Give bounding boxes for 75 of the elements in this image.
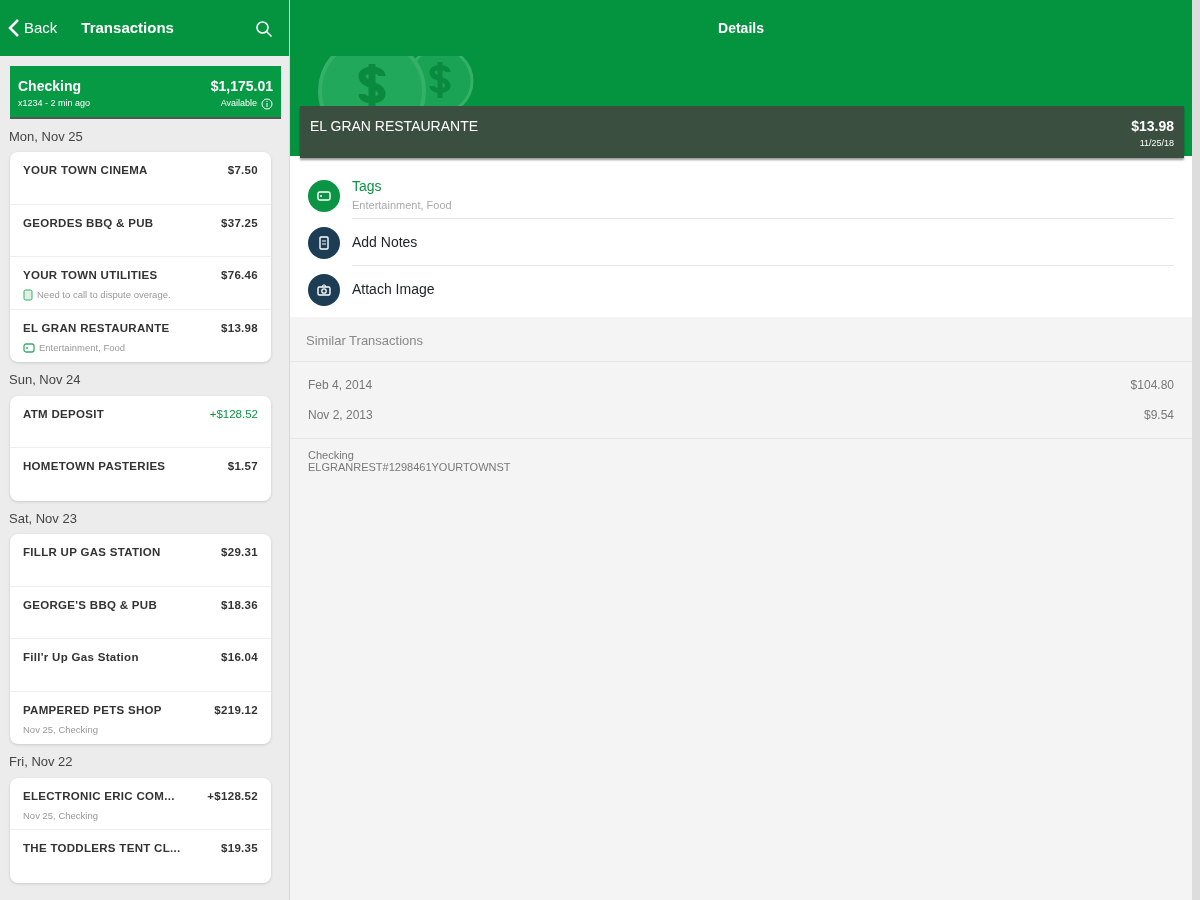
action-link[interactable]: Attach Image <box>352 279 1174 300</box>
note-icon <box>23 289 33 302</box>
tag-icon <box>23 342 35 353</box>
date-header: Sat, Nov 23 <box>8 509 78 528</box>
merchant-name: THE TODDLERS TENT CL... <box>23 841 181 856</box>
merchant-name: YOUR TOWN CINEMA <box>23 163 148 178</box>
date-header: Mon, Nov 25 <box>8 127 84 146</box>
account-name: Checking <box>18 77 81 96</box>
action-link[interactable]: Tags <box>352 176 1174 198</box>
camera-icon <box>308 273 340 306</box>
transaction-amount: $13.98 <box>1131 117 1174 136</box>
similar-transaction[interactable]: Feb 4, 2014 $104.80 <box>290 369 1192 400</box>
date-header: Sun, Nov 24 <box>8 371 82 389</box>
transaction-row[interactable]: ELECTRONIC ERIC COM... +$128.52 Nov 25, Checking <box>10 777 271 830</box>
merchant-name: YOUR TOWN UTILITIES <box>23 268 158 283</box>
merchant-name: EL GRAN RESTAURANTE <box>310 117 479 136</box>
transaction-amount: $7.50 <box>227 163 258 178</box>
transaction-amount: $19.35 <box>221 841 258 856</box>
transaction-amount: $76.46 <box>221 268 258 283</box>
transaction-row[interactable]: GEORGE'S BBQ & PUB $18.36 <box>10 586 271 639</box>
transaction-row[interactable]: HOMETOWN PASTERIES $1.57 <box>10 448 271 501</box>
transaction-row[interactable]: GEORDES BBQ & PUB $37.25 <box>10 204 271 257</box>
back-chevron-icon <box>8 18 20 38</box>
transaction-row[interactable]: YOUR TOWN UTILITIES $76.46 Need to call to dispute overage. <box>10 257 271 310</box>
section-header: Similar Transactions <box>290 317 1192 362</box>
merchant-name: Fill'r Up Gas Station <box>23 650 139 665</box>
similar-amount: $9.54 <box>1143 406 1174 424</box>
merchant-name: FILLR UP GAS STATION <box>23 545 161 560</box>
transaction-note: Need to call to dispute overage. <box>37 288 171 303</box>
transaction-tags: Entertainment, Food <box>39 340 126 355</box>
merchant-name: EL GRAN RESTAURANTE <box>23 320 170 336</box>
merchant-name: HOMETOWN PASTERIES <box>23 459 166 474</box>
account-card[interactable]: Checking $1,175.01 x1234 - 2 min ago Available <box>10 66 281 119</box>
tag-icon <box>308 179 340 212</box>
action-link[interactable]: Add Notes <box>352 231 1174 253</box>
action-subtitle: Entertainment, Food <box>352 198 453 214</box>
merchant-name: GEORDES BBQ & PUB <box>23 215 154 231</box>
similar-transaction[interactable]: Nov 2, 2013 $9.54 <box>290 399 1192 430</box>
transaction-row[interactable]: EL GRAN RESTAURANTE $13.98 Entertainment, Food <box>10 309 271 362</box>
merchant-name: ATM DEPOSIT <box>23 406 105 422</box>
transaction-row[interactable]: PAMPERED PETS SHOP $219.12 Nov 25, Checking <box>10 691 271 744</box>
merchant-name: ELECTRONIC ERIC COM... <box>23 788 175 804</box>
transaction-amount: $219.12 <box>214 702 258 718</box>
account-balance: $1,175.01 <box>210 77 273 96</box>
merchant-name: GEORGE'S BBQ & PUB <box>23 597 157 613</box>
date-header: Fri, Nov 22 <box>8 753 74 771</box>
transaction-date: 11/25/18 <box>1138 137 1174 150</box>
similar-amount: $104.80 <box>1130 376 1174 394</box>
transaction-date: Nov 25, Checking <box>23 808 98 823</box>
notes-icon <box>308 226 340 259</box>
details-title: Details <box>718 18 764 38</box>
account-subtitle: x1234 - 2 min ago <box>18 97 91 110</box>
transaction-amount: $1.57 <box>227 459 258 474</box>
pane-title: Transactions <box>81 17 175 38</box>
balance-label: Available <box>220 97 257 110</box>
transaction-row[interactable]: FILLR UP GAS STATION $29.31 <box>10 534 271 587</box>
merchant-name: PAMPERED PETS SHOP <box>23 702 162 718</box>
info-icon[interactable] <box>261 97 273 110</box>
transaction-description: ELGRANREST#1298461YOURTOWNST <box>308 460 512 473</box>
transaction-row[interactable]: Fill'r Up Gas Station $16.04 <box>10 639 271 692</box>
similar-date: Feb 4, 2014 <box>308 376 373 394</box>
transaction-amount: $37.25 <box>221 215 258 231</box>
transaction-amount: $29.31 <box>221 545 258 560</box>
account-name: Checking <box>308 448 355 461</box>
similar-date: Nov 2, 2013 <box>308 406 373 424</box>
transaction-row[interactable]: THE TODDLERS TENT CL... $19.35 <box>10 830 271 883</box>
transaction-row[interactable]: ATM DEPOSIT +$128.52 <box>10 395 271 448</box>
transaction-row[interactable]: YOUR TOWN CINEMA $7.50 <box>10 152 271 205</box>
transaction-amount: $16.04 <box>221 650 258 665</box>
transaction-amount: $13.98 <box>221 320 258 336</box>
transaction-amount: +$128.52 <box>207 788 258 804</box>
transaction-amount: +$128.52 <box>209 406 258 422</box>
transaction-amount: $18.36 <box>221 597 258 613</box>
back-button[interactable]: Back <box>8 16 58 40</box>
transaction-date: Nov 25, Checking <box>23 722 98 737</box>
